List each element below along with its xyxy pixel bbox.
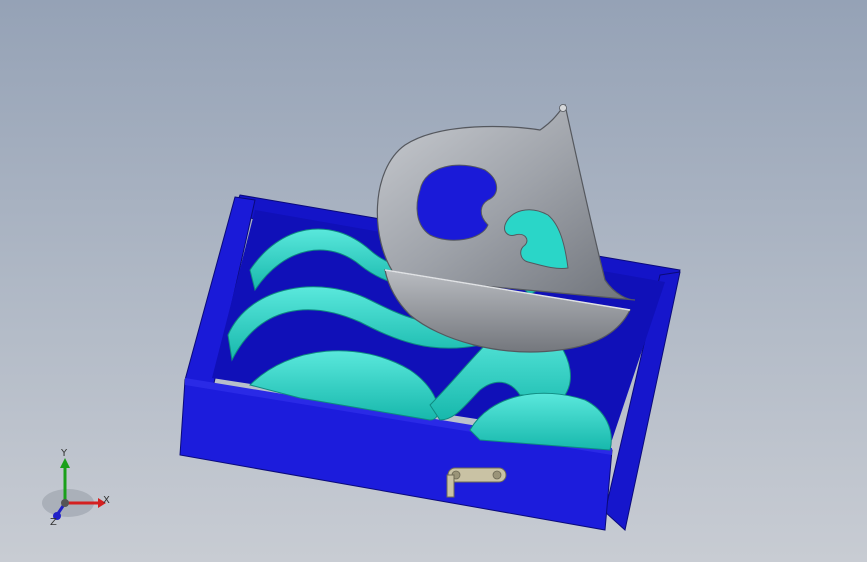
- model-scene[interactable]: [0, 0, 867, 562]
- x-axis-label: X: [103, 495, 110, 506]
- y-axis-label: Y: [61, 448, 68, 459]
- sail-part: [376, 103, 636, 301]
- z-axis-label: Z: [50, 517, 57, 528]
- coordinate-triad: [42, 458, 106, 520]
- cad-viewport[interactable]: X Y Z: [0, 0, 867, 562]
